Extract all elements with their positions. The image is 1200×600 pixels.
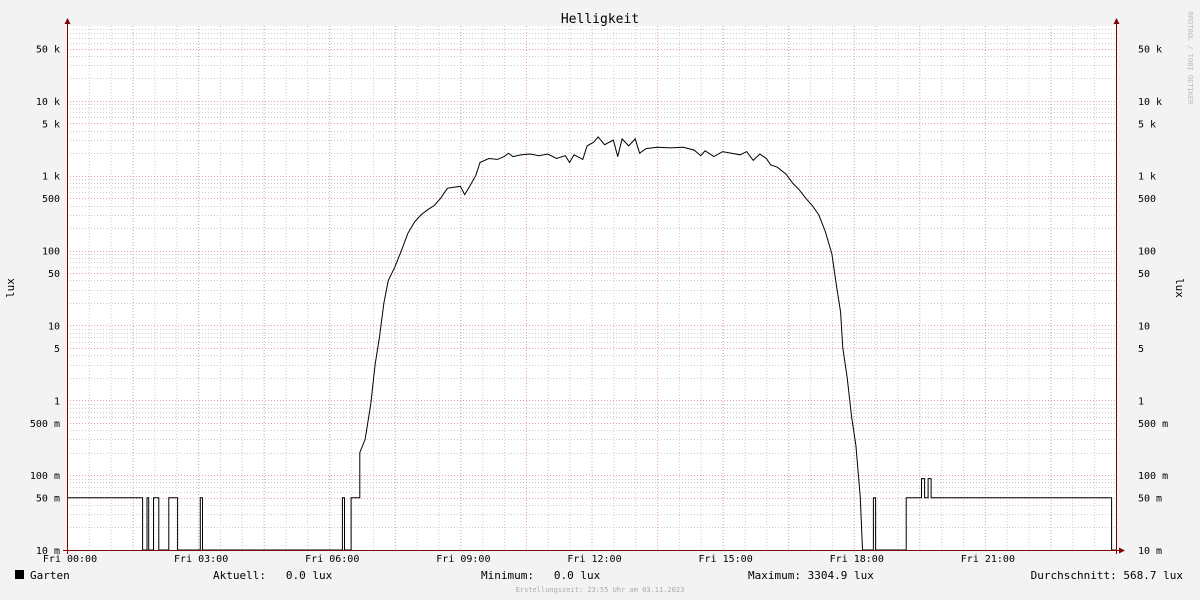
x-tick-label: Fri 18:00 xyxy=(830,554,884,565)
y-tick-label-right: 10 k xyxy=(1138,97,1162,108)
y-tick-label-left: 100 xyxy=(42,247,60,258)
y-tick-label-right: 50 xyxy=(1138,269,1150,280)
x-tick-label: Fri 06:00 xyxy=(305,554,359,565)
y-tick-label-right: 1 xyxy=(1138,396,1144,407)
y-tick-label-left: 1 xyxy=(54,396,60,407)
legend-aktuell: Aktuell: 0.0 lux xyxy=(213,569,333,582)
y-tick-label-right: 50 k xyxy=(1138,45,1162,56)
y-tick-label-right: 500 m xyxy=(1138,419,1168,430)
rrdtool-watermark: RRDTOOL / TOBI OETIKER xyxy=(1186,12,1194,106)
y-tick-label-left: 100 m xyxy=(30,471,60,482)
y-tick-label-right: 10 m xyxy=(1138,546,1162,557)
y-tick-label-left: 5 k xyxy=(42,119,60,130)
y-tick-label-right: 1 k xyxy=(1138,172,1156,183)
legend-maximum: Maximum: 3304.9 lux xyxy=(748,569,874,582)
y-tick-label-left: 50 m xyxy=(36,494,60,505)
y-tick-label-left: 10 k xyxy=(36,97,60,108)
y-tick-label-left: 50 xyxy=(48,269,60,280)
x-tick-label: Fri 15:00 xyxy=(699,554,753,565)
y-tick-label-left: 1 k xyxy=(42,172,60,183)
y-axis-label-right: lux xyxy=(1173,278,1186,298)
y-tick-label-right: 100 m xyxy=(1138,471,1168,482)
x-tick-label: Fri 00:00 xyxy=(43,554,97,565)
y-tick-label-left: 500 xyxy=(42,194,60,205)
x-tick-label: Fri 21:00 xyxy=(961,554,1015,565)
y-tick-label-right: 5 xyxy=(1138,344,1144,355)
y-tick-label-left: 10 xyxy=(48,321,60,332)
chart-title: Helligkeit xyxy=(561,12,639,27)
y-tick-label-left: 5 xyxy=(54,344,60,355)
legend-swatch-garten xyxy=(15,570,24,579)
brightness-chart: 10 m 50 m 100 m 500 m 1 5 10 50 100 500 1 k 5 k 10 k… xyxy=(0,0,1200,600)
x-tick-label: Fri 09:00 xyxy=(436,554,490,565)
legend-minimum: Minimum: 0.0 lux xyxy=(481,569,601,582)
y-tick-label-right: 500 xyxy=(1138,194,1156,205)
y-tick-label-left: 500 m xyxy=(30,419,60,430)
x-tick-label: Fri 03:00 xyxy=(174,554,228,565)
footer-timestamp: Erstellungszeit: 23:55 Uhr am 03.11.2023 xyxy=(516,586,685,594)
x-tick-label: Fri 12:00 xyxy=(567,554,621,565)
y-tick-label-right: 50 m xyxy=(1138,494,1162,505)
y-tick-label-left: 50 k xyxy=(36,45,60,56)
legend-durchschnitt: Durchschnitt: 568.7 lux xyxy=(1031,569,1184,582)
y-tick-label-right: 100 xyxy=(1138,247,1156,258)
y-axis-label-left: lux xyxy=(4,278,17,298)
y-tick-label-right: 5 k xyxy=(1138,119,1156,130)
legend-series-label: Garten xyxy=(30,569,70,582)
y-tick-label-right: 10 xyxy=(1138,321,1150,332)
